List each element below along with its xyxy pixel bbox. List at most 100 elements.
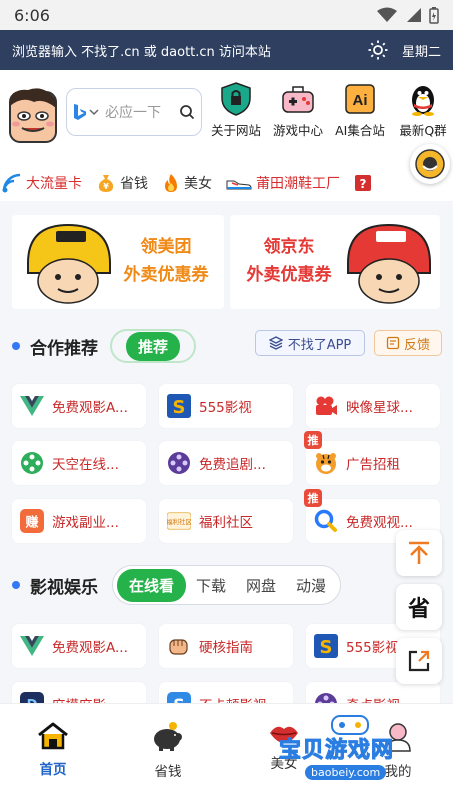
section-title: 影视娱乐 bbox=[30, 577, 98, 598]
strip-label: 美女 bbox=[184, 176, 212, 192]
site-card[interactable]: 免费追剧... bbox=[159, 441, 293, 485]
jd-coupon-banner[interactable]: 领京东 外卖优惠券 bbox=[230, 215, 440, 309]
section-dot bbox=[12, 342, 20, 350]
app-download-button[interactable]: 不找了APP bbox=[255, 330, 365, 356]
quick-link-label: 游戏中心 bbox=[272, 123, 323, 138]
meituan-mascot-icon bbox=[27, 223, 111, 304]
tab-netdisk[interactable]: 网盘 bbox=[236, 575, 286, 596]
site-card[interactable]: 天空在线... bbox=[12, 441, 146, 485]
s-logo-icon: S bbox=[314, 634, 338, 658]
layers-icon bbox=[268, 336, 283, 350]
svg-text:Ai: Ai bbox=[353, 92, 368, 109]
recommend-badge: 推 bbox=[304, 489, 322, 507]
site-card[interactable]: S 555影视 bbox=[159, 384, 293, 428]
watermark-url: baobeiy.com bbox=[305, 765, 387, 780]
s-logo-icon: S bbox=[167, 394, 191, 418]
strip-item-save-money[interactable]: ¥ 省钱 bbox=[96, 173, 148, 193]
search-icon[interactable] bbox=[179, 104, 195, 120]
banner-line1: 领京东 bbox=[263, 237, 315, 257]
nav-label: 首页 bbox=[39, 762, 67, 778]
svg-text:¥: ¥ bbox=[103, 182, 109, 191]
strip-label: 莆田潮鞋工厂 bbox=[256, 176, 340, 192]
feedback-label: 反馈 bbox=[403, 337, 430, 353]
strip-item-unknown[interactable]: ? bbox=[354, 174, 372, 192]
gamepad-icon bbox=[282, 86, 314, 113]
share-icon bbox=[408, 650, 430, 672]
zhuan-icon: 赚 bbox=[20, 509, 44, 533]
save-float-label: 省 bbox=[407, 597, 430, 622]
fist-icon bbox=[169, 639, 188, 655]
svg-text:S: S bbox=[320, 637, 333, 658]
svg-text:福利社区: 福利社区 bbox=[167, 517, 191, 526]
save-money-float-button[interactable]: 省 bbox=[396, 584, 442, 630]
fuli-icon: 福利社区 bbox=[167, 512, 191, 530]
float-logo-button[interactable] bbox=[410, 144, 450, 184]
recommend-pill-label: 推荐 bbox=[126, 331, 181, 361]
qq-penguin-icon bbox=[412, 86, 434, 116]
site-card[interactable]: 推 广告招租 bbox=[304, 431, 440, 485]
chevron-down-icon bbox=[89, 109, 99, 116]
site-card[interactable]: 福利社区 福利社区 bbox=[159, 499, 293, 543]
engine-selector[interactable] bbox=[73, 103, 99, 121]
quick-link-games[interactable]: 游戏中心 bbox=[267, 82, 329, 139]
feedback-button[interactable]: 反馈 bbox=[374, 330, 442, 356]
site-card-label: 555影视 bbox=[346, 640, 399, 656]
entertainment-tabs: 在线看 下载 网盘 动漫 bbox=[112, 565, 342, 605]
site-card-label: 免费观影A... bbox=[52, 400, 128, 416]
share-button[interactable] bbox=[396, 638, 442, 684]
site-card[interactable]: 免费观影A... bbox=[12, 384, 146, 428]
back-to-top-button[interactable] bbox=[396, 530, 442, 576]
nav-home[interactable]: 首页 bbox=[13, 722, 93, 778]
quick-link-qq[interactable]: 最新Q群 bbox=[392, 82, 453, 139]
site-card[interactable]: 映像星球... bbox=[306, 384, 440, 428]
strip-item-sneakers[interactable]: 莆田潮鞋工厂 bbox=[226, 173, 340, 193]
tab-anime[interactable]: 动漫 bbox=[286, 575, 336, 596]
site-card-label: 游戏副业... bbox=[52, 515, 119, 531]
bing-icon bbox=[74, 104, 86, 120]
fire-icon bbox=[165, 174, 177, 192]
ai-icon: Ai bbox=[345, 84, 375, 114]
jd-mascot-icon bbox=[347, 223, 431, 304]
lock-shield-icon bbox=[221, 82, 251, 116]
site-card-label: 硬核指南 bbox=[199, 640, 253, 656]
quick-link-ai[interactable]: Ai AI集合站 bbox=[329, 82, 391, 139]
avatar-icon[interactable] bbox=[4, 82, 62, 146]
promo-strip: 大流量卡 ¥ 省钱 美女 莆田潮鞋工厂 ? bbox=[0, 165, 453, 201]
nav-label: 省钱 bbox=[154, 764, 182, 780]
section-title: 合作推荐 bbox=[30, 338, 98, 359]
meituan-coupon-banner[interactable]: 领美团 外卖优惠券 bbox=[12, 215, 224, 309]
sneaker-icon bbox=[226, 180, 252, 190]
camera-icon bbox=[316, 396, 337, 415]
site-card-label: 免费追剧... bbox=[199, 457, 266, 473]
section-partner-header: 合作推荐 推荐 不找了APP 反馈 bbox=[0, 326, 453, 366]
site-card-label: 映像星球... bbox=[346, 400, 413, 416]
top-notice-bar: 浏览器输入 不找了.cn 或 daott.cn 访问本站 星期二 bbox=[0, 30, 453, 70]
quick-link-about[interactable]: 关于网站 bbox=[205, 82, 267, 139]
site-card[interactable]: 赚 游戏副业... bbox=[12, 499, 146, 543]
search-box[interactable]: 必应一下 bbox=[66, 88, 202, 136]
header: 必应一下 关于网站 游戏中心 Ai AI集合站 最新Q群 bbox=[0, 70, 453, 165]
status-time: 6:06 bbox=[14, 5, 50, 25]
site-card-label: 广告招租 bbox=[346, 457, 400, 473]
film-reel-icon bbox=[21, 452, 43, 474]
tab-online[interactable]: 在线看 bbox=[117, 568, 187, 602]
piggy-bank-icon bbox=[154, 722, 182, 751]
site-card[interactable]: 免费观影A... bbox=[12, 624, 146, 668]
site-card[interactable]: 硬核指南 bbox=[159, 624, 293, 668]
site-card-label: 免费观影A... bbox=[52, 640, 128, 656]
home-icon bbox=[38, 722, 68, 750]
recommend-pill[interactable]: 推荐 bbox=[110, 329, 197, 363]
watermark-title: 宝贝游戏网 bbox=[278, 738, 395, 764]
search-input[interactable]: 必应一下 bbox=[105, 102, 179, 122]
section-dot bbox=[12, 581, 20, 589]
strip-label: 大流量卡 bbox=[26, 176, 82, 192]
nav-save-money[interactable]: 省钱 bbox=[128, 722, 208, 780]
weekday-label: 星期二 bbox=[401, 44, 441, 60]
signal-icon bbox=[407, 8, 421, 22]
vue-icon bbox=[20, 636, 44, 656]
strip-item-data-card[interactable]: 大流量卡 bbox=[2, 173, 82, 193]
strip-item-beauty[interactable]: 美女 bbox=[162, 173, 212, 193]
tab-download[interactable]: 下载 bbox=[186, 575, 236, 596]
signal-icon bbox=[2, 173, 21, 193]
sun-icon[interactable] bbox=[368, 40, 388, 60]
